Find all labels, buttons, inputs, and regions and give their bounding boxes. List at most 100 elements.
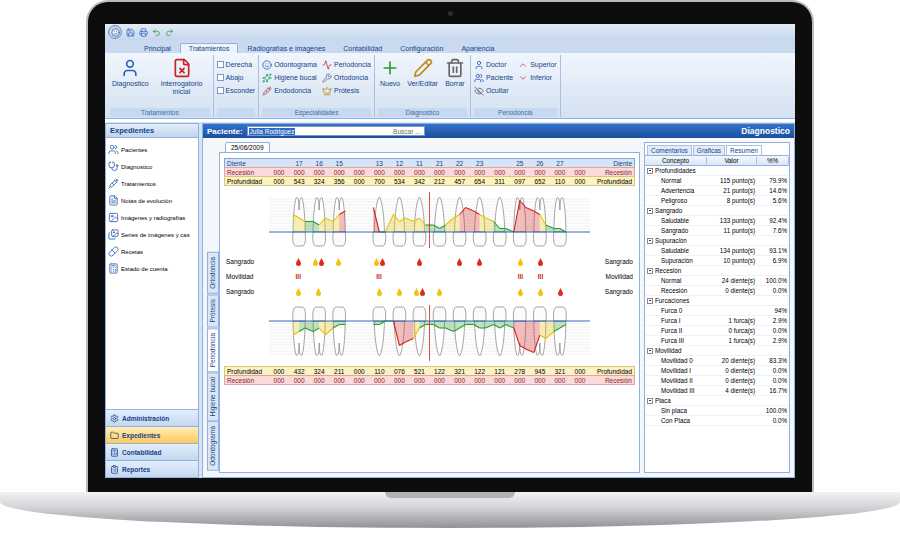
chart-cell[interactable]: 000 — [269, 368, 289, 375]
marker-cell[interactable] — [409, 258, 429, 266]
chart-cell[interactable]: 311 — [490, 178, 510, 185]
marker-cell[interactable] — [510, 288, 530, 296]
ribbon-checkbox[interactable]: Abajo — [217, 71, 256, 84]
chart-cell[interactable]: 000 — [369, 377, 389, 384]
chart-cell[interactable]: 122 — [430, 368, 450, 375]
marker-cell[interactable] — [450, 258, 470, 266]
marker-cell[interactable] — [329, 258, 349, 266]
undo-icon[interactable] — [152, 28, 161, 37]
chart-cell[interactable]: 000 — [530, 169, 550, 176]
tooth-icon[interactable] — [313, 198, 326, 246]
column-header[interactable]: Concepto — [645, 157, 707, 164]
chart-cell[interactable]: 121 — [490, 368, 510, 375]
patient-search-field[interactable]: Julia RodriguezBuscar ... — [247, 126, 425, 136]
chart-cell[interactable]: 000 — [470, 169, 490, 176]
chart-cell[interactable]: 000 — [269, 169, 289, 176]
chart-cell[interactable]: 15 — [329, 160, 349, 167]
tooth-icon[interactable] — [493, 307, 506, 356]
ribbon-button[interactable]: Borrar — [443, 57, 467, 89]
chart-cell[interactable]: 000 — [349, 169, 369, 176]
chart-cell[interactable]: 278 — [510, 368, 530, 375]
nav-button[interactable]: Reportes — [106, 460, 198, 477]
chart-cell[interactable]: 543 — [289, 178, 309, 185]
ribbon-tab[interactable]: Configuración — [391, 43, 452, 53]
collapse-icon[interactable] — [647, 398, 653, 404]
chart-cell[interactable]: 000 — [309, 377, 329, 384]
chart-cell[interactable]: 000 — [510, 169, 530, 176]
date-tab[interactable]: 25/06/2009 — [225, 142, 270, 152]
summary-group[interactable]: Furcaciones — [645, 296, 789, 306]
tooth-icon[interactable] — [473, 197, 486, 246]
chart-cell[interactable]: 000 — [349, 178, 369, 185]
ribbon-checkbox[interactable]: Derecha — [217, 58, 256, 71]
ribbon-small-button[interactable]: Ocultar — [474, 84, 513, 97]
chart-cell[interactable]: 076 — [389, 368, 409, 375]
summary-group[interactable]: Movilidad — [645, 346, 789, 356]
sidebar-item[interactable]: Pacientes — [108, 144, 196, 155]
chart-cell[interactable]: 000 — [550, 169, 570, 176]
chart-cell[interactable]: 457 — [450, 178, 470, 185]
chart-cell[interactable]: 25 — [510, 160, 530, 167]
ribbon-small-button[interactable]: Inferior — [518, 71, 556, 84]
marker-cell[interactable] — [530, 258, 550, 266]
sidebar-item[interactable]: Series de imágenes y cas — [108, 229, 196, 240]
chart-cell[interactable]: 342 — [409, 178, 429, 185]
ribbon-tab[interactable]: Principal — [135, 43, 180, 53]
nav-button[interactable]: Administración — [106, 409, 198, 426]
chart-cell[interactable]: 000 — [570, 178, 590, 185]
chart-cell[interactable]: 324 — [309, 178, 329, 185]
marker-cell[interactable] — [369, 288, 389, 296]
chart-cell[interactable]: 12 — [389, 160, 409, 167]
chart-cell[interactable]: 27 — [550, 160, 570, 167]
checkbox[interactable] — [217, 87, 224, 94]
chart-cell[interactable]: 11 — [409, 160, 429, 167]
chart-cell[interactable]: 000 — [530, 377, 550, 384]
chart-cell[interactable]: 000 — [289, 377, 309, 384]
ribbon-small-button[interactable]: Endodoncia — [262, 84, 317, 97]
ribbon-tab[interactable]: Apariencia — [452, 43, 503, 53]
view-tab[interactable]: Higiene bucal — [207, 372, 219, 421]
marker-cell[interactable] — [308, 288, 328, 296]
sidebar-item[interactable]: Tratamientos — [108, 178, 196, 189]
tooth-icon[interactable] — [333, 198, 346, 246]
chart-cell[interactable]: 13 — [369, 160, 389, 167]
view-tab[interactable]: Odontograma — [207, 421, 219, 471]
tooth-icon[interactable] — [413, 307, 426, 356]
chart-cell[interactable]: 000 — [430, 377, 450, 384]
marker-cell[interactable]: III — [288, 273, 308, 280]
tooth-icon[interactable] — [373, 307, 386, 356]
collapse-icon[interactable] — [647, 208, 653, 214]
chart-cell[interactable]: 17 — [289, 160, 309, 167]
tooth-icon[interactable] — [433, 197, 446, 246]
marker-cell[interactable] — [530, 288, 550, 296]
marker-cell[interactable]: III — [530, 273, 550, 280]
nav-button[interactable]: Contabilidad — [106, 443, 198, 460]
ribbon-small-button[interactable]: Paciente — [474, 71, 513, 84]
marker-cell[interactable] — [409, 288, 429, 296]
ribbon-small-button[interactable]: Periodoncia — [322, 58, 371, 71]
view-tab[interactable]: Ortodoncia — [207, 252, 219, 294]
print-icon[interactable] — [139, 28, 148, 37]
summary-tab[interactable]: Graficas — [693, 145, 725, 155]
chart-cell[interactable]: 000 — [470, 377, 490, 384]
summary-group[interactable]: Supuración — [645, 236, 789, 246]
summary-group[interactable]: Placa — [645, 396, 789, 406]
tooth-icon[interactable] — [453, 307, 466, 356]
marker-cell[interactable] — [470, 258, 490, 266]
ribbon-small-button[interactable]: Prótesis — [322, 84, 371, 97]
chart-cell[interactable]: 000 — [450, 377, 470, 384]
chart-cell[interactable]: 534 — [389, 178, 409, 185]
collapse-icon[interactable] — [647, 238, 653, 244]
app-logo-icon[interactable] — [108, 25, 122, 39]
chart-cell[interactable]: 21 — [430, 160, 450, 167]
chart-cell[interactable]: 22 — [450, 160, 470, 167]
sidebar-item[interactable]: Recetas — [108, 246, 196, 257]
chart-cell[interactable]: 000 — [369, 169, 389, 176]
chart-cell[interactable]: 000 — [289, 169, 309, 176]
summary-tab[interactable]: Comentarios — [647, 145, 692, 155]
tooth-icon[interactable] — [293, 198, 306, 246]
ribbon-tab[interactable]: Tratamientos — [180, 43, 239, 53]
tooth-icon[interactable] — [554, 307, 567, 355]
column-header[interactable]: Valor — [707, 157, 757, 164]
chart-cell[interactable]: 000 — [550, 377, 570, 384]
